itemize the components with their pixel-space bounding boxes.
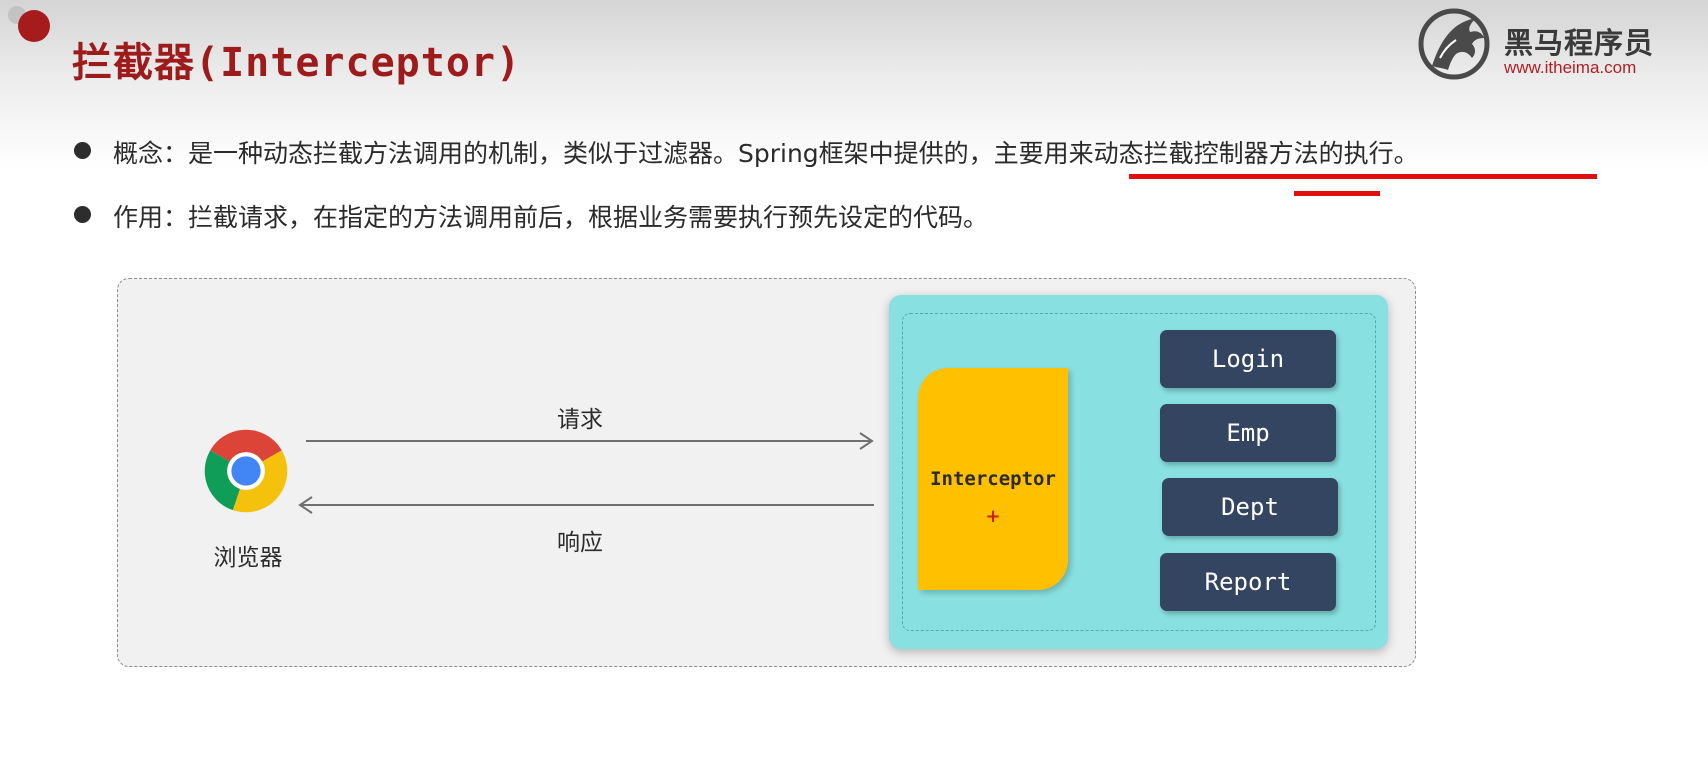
interceptor-label: Interceptor [930,468,1056,490]
horse-logo-icon [1418,8,1490,80]
bullet-dot-1 [74,142,91,159]
request-label: 请求 [557,407,603,433]
controller-report: Report [1160,553,1336,611]
brand-logo: 黑马程序员 www.itheima.com [1418,8,1668,80]
controller-login: Login [1160,330,1336,388]
corner-dot-red [18,10,50,42]
logo-url: www.itheima.com [1504,58,1637,77]
concept-line: 概念：是一种动态拦截方法调用的机制，类似于过滤器。Spring框架中提供的，主要… [113,139,1419,168]
bullet-dot-2 [74,206,91,223]
interceptor-plus-mark: + [985,506,1001,527]
purpose-line: 作用：拦截请求，在指定的方法调用前后，根据业务需要执行预先设定的代码。 [113,203,989,232]
underline-emphasis [1294,191,1380,196]
interceptor-block: Interceptor + [918,368,1068,590]
request-response-arrows [298,432,874,514]
chrome-browser-icon [204,429,288,513]
controller-dept: Dept [1162,478,1338,536]
logo-name: 黑马程序员 [1504,26,1655,60]
underline-main [1129,174,1597,179]
browser-label: 浏览器 [213,545,283,571]
response-label: 响应 [557,530,603,556]
controller-emp: Emp [1160,404,1336,462]
page-title: 拦截器(Interceptor) [72,40,522,86]
